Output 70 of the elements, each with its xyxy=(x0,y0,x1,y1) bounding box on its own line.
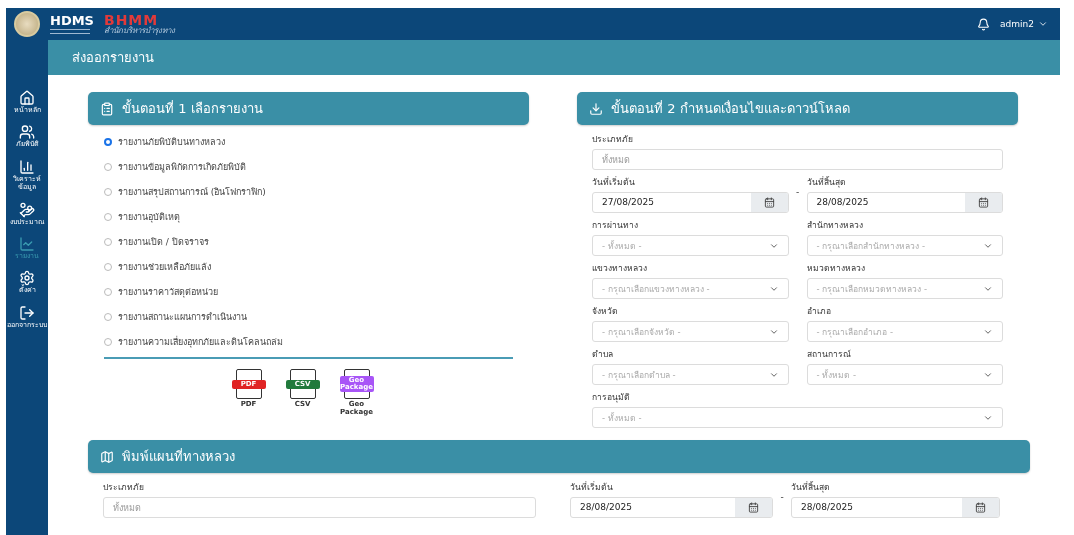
radio-button[interactable] xyxy=(104,138,112,146)
notification-bell-icon[interactable] xyxy=(977,17,991,31)
text-field[interactable]: ทั้งหมด xyxy=(592,149,1003,170)
chevron-down-icon xyxy=(1038,19,1048,29)
line-chart-icon xyxy=(19,235,35,252)
field-label: จังหวัด xyxy=(592,305,619,318)
field-label: วันที่เริ่มต้น xyxy=(570,480,614,494)
map-icon xyxy=(100,449,114,464)
range-separator: - xyxy=(794,186,801,199)
range-separator: - xyxy=(779,491,785,504)
field-label: สำนักทางหลวง xyxy=(806,219,864,232)
calendar-button[interactable] xyxy=(965,193,1002,212)
field-label: อำเภอ xyxy=(806,305,832,318)
radio-label[interactable]: รายงานสรุปสถานการณ์ (อินโฟกราฟิก) xyxy=(118,185,266,199)
field-label: ประเภทภัย xyxy=(592,133,634,146)
calendar-icon xyxy=(748,502,759,513)
radio-label[interactable]: รายงานความเสี่ยงอุทกภัยและดินโคลนถล่ม xyxy=(118,335,283,349)
field-label: การผ่านทาง xyxy=(592,219,639,232)
seal-logo xyxy=(14,11,40,37)
calendar-button[interactable] xyxy=(750,193,788,212)
field-label: วันที่สิ้นสุด xyxy=(806,175,847,189)
field-label: ตำบล xyxy=(592,348,614,361)
field-label: วันที่เริ่มต้น xyxy=(592,175,636,189)
hand-coins-icon xyxy=(19,201,35,218)
field-label: แขวงทางหลวง xyxy=(592,262,648,275)
calendar-icon xyxy=(975,502,986,513)
field-label: การอนุมัติ xyxy=(592,391,631,404)
radio-label[interactable]: รายงานเปิด / ปิดจราจร xyxy=(118,235,209,249)
logo-title: HDMS xyxy=(50,14,94,27)
home-icon xyxy=(19,90,35,106)
clipboard-icon xyxy=(100,101,114,116)
field-label: ประเภทภัย xyxy=(103,481,145,494)
logout-icon xyxy=(19,304,35,321)
date-field[interactable]: 28/08/2025 xyxy=(791,497,1000,518)
calendar-icon xyxy=(978,197,989,208)
brand-subtitle: สำนักบริหารบำรุงทาง xyxy=(104,27,175,35)
section-title: ขั้นตอนที่ 1 เลือกรายงาน xyxy=(122,98,263,118)
brand-logo: BHMM xyxy=(104,13,159,27)
page-title: ส่งออกรายงาน xyxy=(72,49,154,67)
user-menu[interactable]: admin2 xyxy=(1000,19,1048,29)
bar-chart-icon xyxy=(19,158,35,175)
radio-label[interactable]: รายงานอุบัติเหตุ xyxy=(118,210,180,224)
calendar-button[interactable] xyxy=(735,498,772,517)
field-label: สถานการณ์ xyxy=(806,348,852,361)
field-label: วันที่สิ้นสุด xyxy=(791,480,831,494)
date-field[interactable]: 27/08/2025 xyxy=(592,192,789,213)
radio-label[interactable]: รายงานราคาวัสดุต่อหน่วย xyxy=(118,285,218,299)
section-title: พิมพ์แผนที่ทางหลวง xyxy=(122,447,235,466)
people-icon xyxy=(19,124,35,141)
section-title: ขั้นตอนที่ 2 กำหนดเงื่อนไขและดาวน์โหลด xyxy=(611,98,850,118)
radio-button[interactable] xyxy=(104,263,112,271)
calendar-icon xyxy=(763,197,775,208)
radio-button[interactable] xyxy=(104,338,112,346)
radio-button[interactable] xyxy=(104,213,112,221)
radio-label[interactable]: รายงานภัยพิบัติบนทางหลวง xyxy=(118,135,225,149)
radio-button[interactable] xyxy=(104,238,112,246)
radio-button[interactable] xyxy=(104,313,112,321)
text-field[interactable]: ทั้งหมด xyxy=(103,497,536,518)
radio-button[interactable] xyxy=(104,288,112,296)
field-label: หมวดทางหลวง xyxy=(806,262,866,275)
date-field[interactable]: 28/08/2025 xyxy=(570,497,773,518)
calendar-button[interactable] xyxy=(962,498,999,517)
radio-button[interactable] xyxy=(104,163,112,171)
download-icon xyxy=(589,101,603,116)
radio-label[interactable]: รายงานสถานะแผนการดำเนินงาน xyxy=(118,310,247,324)
radio-label[interactable]: รายงานช่วยเหลือภัยแล้ง xyxy=(118,260,211,274)
radio-button[interactable] xyxy=(104,188,112,196)
date-field[interactable]: 28/08/2025 xyxy=(806,192,1003,213)
radio-label[interactable]: รายงานข้อมูลพิกัดการเกิดภัยพิบัติ xyxy=(118,160,246,174)
logo-subtitle-lines xyxy=(50,29,90,34)
